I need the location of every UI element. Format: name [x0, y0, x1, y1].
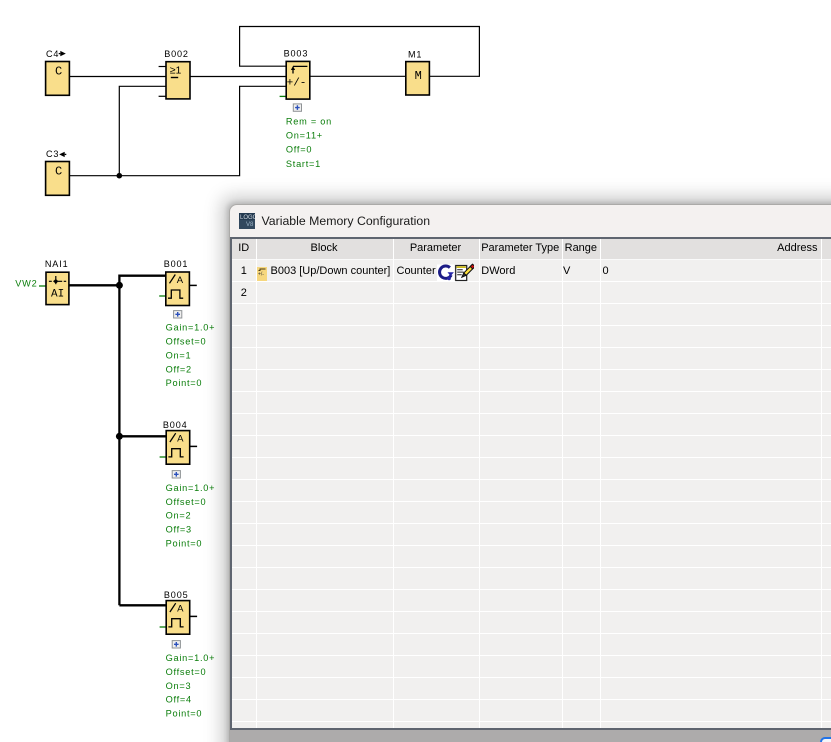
svg-text:Offset=0: Offset=0	[166, 337, 207, 347]
svg-text:Gain=1.0+: Gain=1.0+	[166, 323, 216, 333]
svg-text:+/-: +/-	[258, 271, 264, 277]
svg-text:Rem = on: Rem = on	[286, 117, 332, 127]
svg-text:Gain=1.0+: Gain=1.0+	[166, 653, 216, 663]
svg-text:Offset=0: Offset=0	[166, 667, 207, 677]
svg-text:A: A	[177, 604, 184, 615]
svg-text:A: A	[177, 275, 184, 286]
svg-text:≥1: ≥1	[170, 64, 182, 76]
svg-text:M: M	[415, 69, 422, 83]
svg-text:Offset=0: Offset=0	[166, 497, 207, 507]
svg-text:V8: V8	[246, 222, 254, 228]
svg-text:B001: B001	[164, 259, 189, 269]
svg-text:Off=0: Off=0	[286, 145, 312, 155]
svg-text:A: A	[177, 434, 184, 445]
svg-text:NAI1: NAI1	[45, 259, 69, 269]
svg-text:On=3: On=3	[166, 681, 192, 691]
svg-text:AI: AI	[51, 288, 64, 300]
svg-text:LOGO: LOGO	[240, 215, 255, 221]
svg-text:Off=2: Off=2	[166, 364, 192, 374]
svg-text:Point=0: Point=0	[166, 378, 203, 388]
svg-text:C4: C4	[46, 49, 59, 59]
svg-text:B005: B005	[164, 590, 189, 600]
svg-text:On=1: On=1	[166, 350, 192, 360]
svg-text:C3: C3	[46, 149, 59, 159]
svg-text:C: C	[55, 165, 62, 179]
svg-text:B002: B002	[164, 49, 189, 59]
svg-text:Off=3: Off=3	[166, 525, 192, 535]
svg-text:M1: M1	[408, 49, 422, 59]
svg-text:Point=0: Point=0	[166, 709, 203, 719]
svg-text:On=2: On=2	[166, 511, 192, 521]
svg-text:C: C	[55, 65, 62, 79]
svg-text:Off=4: Off=4	[166, 695, 192, 705]
svg-text:On=11+: On=11+	[286, 131, 323, 141]
svg-text:Start=1: Start=1	[286, 159, 321, 169]
svg-text:B003: B003	[284, 49, 309, 59]
svg-text:VW2: VW2	[15, 279, 37, 289]
svg-text:Gain=1.0+: Gain=1.0+	[166, 483, 216, 493]
svg-text:B004: B004	[163, 420, 188, 430]
svg-text:Point=0: Point=0	[166, 539, 203, 549]
svg-text:+/-: +/-	[287, 78, 307, 90]
